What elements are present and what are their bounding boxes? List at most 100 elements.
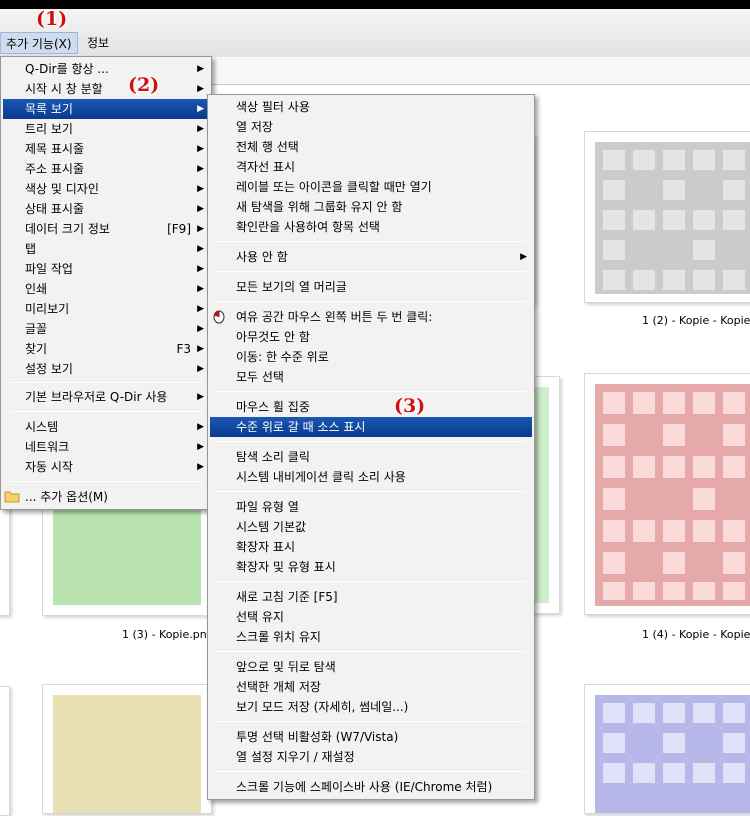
menu-item-do-nothing[interactable]: 아무것도 안 함	[210, 327, 532, 347]
menu-separator	[216, 771, 526, 772]
extras-menu: Q-Dir를 항상 ... ▶ 시작 시 창 분할 ▶ 목록 보기 ▶ 트리 보기 ▶ …	[0, 56, 212, 510]
submenu-arrow-icon: ▶	[197, 224, 204, 234]
menu-item-back-forward-nav[interactable]: 앞으로 및 뒤로 탐색	[210, 657, 532, 677]
menu-item-go-up[interactable]: 이동: 한 수준 위로	[210, 347, 532, 367]
menu-item-color-filter[interactable]: 색상 필터 사용	[210, 97, 532, 117]
menu-item-disabled[interactable]: 사용 안 함 ▶	[210, 247, 532, 267]
menu-item-spacebar-scroll[interactable]: 스크롤 기능에 스페이스바 사용 (IE/Chrome 처럼)	[210, 777, 532, 797]
menu-separator	[9, 411, 203, 412]
thumbnail-yellow[interactable]	[42, 684, 212, 814]
menu-item-mouse-wheel-focus[interactable]: 마우스 휠 집중	[210, 397, 532, 417]
menu-item-default-browser[interactable]: 기본 브라우저로 Q-Dir 사용 ▶	[3, 387, 209, 407]
menu-item-tabs[interactable]: 탭 ▶	[3, 239, 209, 259]
menu-item-no-grouping[interactable]: 새 탐색을 위해 그룹화 유지 안 함	[210, 197, 532, 217]
menu-separator	[216, 241, 526, 242]
menu-item-label: 수준 위로 갈 때 소스 표시	[236, 420, 366, 434]
menu-item-system[interactable]: 시스템 ▶	[3, 417, 209, 437]
menu-item-shortcut: F3	[176, 342, 191, 356]
menu-item-label: ... 추가 옵션(M)	[25, 490, 108, 504]
submenu-arrow-icon: ▶	[197, 124, 204, 134]
menu-item-tree-view[interactable]: 트리 보기 ▶	[3, 119, 209, 139]
menu-item-qdir-always[interactable]: Q-Dir를 항상 ... ▶	[3, 59, 209, 79]
menu-item-label: 탭	[25, 242, 37, 256]
menu-item-keep-scroll-position[interactable]: 스크롤 위치 유지	[210, 627, 532, 647]
menu-item-label: 시스템 내비게이션 클릭 소리 사용	[236, 470, 406, 484]
window-top-edge	[0, 0, 750, 9]
menu-item-grid-lines[interactable]: 격자선 표시	[210, 157, 532, 177]
menu-separator	[9, 481, 203, 482]
menu-item-open-on-click[interactable]: 레이블 또는 아이콘을 클릭할 때만 열기	[210, 177, 532, 197]
callout-step-1: (1)	[36, 8, 68, 30]
menu-item-save-view-mode[interactable]: 보기 모드 저장 (자세히, 썸네일...)	[210, 697, 532, 717]
menu-item-disable-transparent-select[interactable]: 투명 선택 비활성화 (W7/Vista)	[210, 727, 532, 747]
menu-item-label: 새로 고침 기준 [F5]	[236, 590, 338, 604]
menu-item-label: 트리 보기	[25, 122, 73, 136]
thumbnail-caption[interactable]: 1 (4) - Kopie - Kopie.	[642, 628, 750, 641]
submenu-arrow-icon: ▶	[197, 462, 204, 472]
menu-item-more-options[interactable]: ... 추가 옵션(M)	[3, 487, 209, 507]
menu-item-label: 선택한 개체 저장	[236, 680, 321, 694]
menu-item-checkboxes[interactable]: 확인란을 사용하여 항목 선택	[210, 217, 532, 237]
menu-item-label: 모두 선택	[236, 370, 284, 384]
menu-item-label: 네트워크	[25, 440, 70, 454]
callout-step-2: (2)	[128, 74, 160, 96]
menu-item-list-view[interactable]: 목록 보기 ▶	[3, 99, 209, 119]
menu-item-system-default[interactable]: 시스템 기본값	[210, 517, 532, 537]
menu-item-save-selected[interactable]: 선택한 개체 저장	[210, 677, 532, 697]
thumbnail-1-2[interactable]	[584, 131, 750, 303]
submenu-arrow-icon: ▶	[197, 422, 204, 432]
callout-step-3: (3)	[394, 395, 426, 417]
menu-item-label: 인쇄	[25, 282, 48, 296]
menu-item-label: 아무것도 안 함	[236, 330, 310, 344]
menu-item-status-bar[interactable]: 상태 표시줄 ▶	[3, 199, 209, 219]
menu-item-show-source-on-up[interactable]: 수준 위로 갈 때 소스 표시	[210, 417, 532, 437]
folder-icon	[4, 491, 20, 503]
menu-item-show-extension-and-type[interactable]: 확장자 및 유형 표시	[210, 557, 532, 577]
menu-item-label: 확인란을 사용하여 항목 선택	[236, 220, 380, 234]
menu-item-network[interactable]: 네트워크 ▶	[3, 437, 209, 457]
menu-item-save-columns[interactable]: 열 저장	[210, 117, 532, 137]
menu-item-full-row-select[interactable]: 전체 행 선택	[210, 137, 532, 157]
menu-item-preview[interactable]: 미리보기 ▶	[3, 299, 209, 319]
menu-separator	[216, 301, 526, 302]
mouse-icon	[213, 310, 225, 324]
menu-item-refresh-by[interactable]: 새로 고침 기준 [F5]	[210, 587, 532, 607]
menu-item-split-on-start[interactable]: 시작 시 창 분할 ▶	[3, 79, 209, 99]
menu-item-label: 찾기	[25, 342, 48, 356]
menu-item-print[interactable]: 인쇄 ▶	[3, 279, 209, 299]
menu-item-label: 색상 필터 사용	[236, 100, 310, 114]
menu-item-autostart[interactable]: 자동 시작 ▶	[3, 457, 209, 477]
menu-item-label: 제목 표시줄	[25, 142, 85, 156]
menu-item-view-settings[interactable]: 설정 보기 ▶	[3, 359, 209, 379]
menu-item-file-ops[interactable]: 파일 작업 ▶	[3, 259, 209, 279]
menu-item-select-all[interactable]: 모두 선택	[210, 367, 532, 387]
menu-item-column-headers[interactable]: 모든 보기의 열 머리글	[210, 277, 532, 297]
menu-item-file-type-column[interactable]: 파일 유형 열	[210, 497, 532, 517]
menu-item-label: 시작 시 창 분할	[25, 82, 103, 96]
thumbnail-caption[interactable]: 1 (2) - Kopie - Kopie.	[642, 314, 750, 327]
menu-item-title-bar[interactable]: 제목 표시줄 ▶	[3, 139, 209, 159]
thumbnail-blue[interactable]	[584, 684, 750, 814]
menu-item-keep-selection[interactable]: 선택 유지	[210, 607, 532, 627]
menu-item-label: 레이블 또는 아이콘을 클릭할 때만 열기	[236, 180, 432, 194]
menu-item-colors-design[interactable]: 색상 및 디자인 ▶	[3, 179, 209, 199]
menu-item-label: 시스템	[25, 420, 59, 434]
menu-separator	[216, 441, 526, 442]
menu-item-label: 여유 공간 마우스 왼쪽 버튼 두 번 클릭:	[236, 310, 433, 324]
menu-item-navigation-click-sound[interactable]: 탐색 소리 클릭	[210, 447, 532, 467]
menu-item-reset-columns[interactable]: 열 설정 지우기 / 재설정	[210, 747, 532, 767]
menu-item-system-click-sound[interactable]: 시스템 내비게이션 클릭 소리 사용	[210, 467, 532, 487]
menu-item-address-bar[interactable]: 주소 표시줄 ▶	[3, 159, 209, 179]
menu-info[interactable]: 정보	[82, 32, 114, 54]
menu-item-show-extension[interactable]: 확장자 표시	[210, 537, 532, 557]
menu-item-label: 스크롤 기능에 스페이스바 사용 (IE/Chrome 처럼)	[236, 780, 493, 794]
thumbnail-1-4[interactable]	[584, 373, 750, 615]
menu-item-font[interactable]: 글꼴 ▶	[3, 319, 209, 339]
thumbnail-caption[interactable]: 1 (3) - Kopie.png	[122, 628, 214, 641]
menu-extras[interactable]: 추가 기능(X)	[0, 32, 78, 54]
menu-item-label: 글꼴	[25, 322, 48, 336]
menu-item-find[interactable]: 찾기 F3 ▶	[3, 339, 209, 359]
menu-separator	[216, 391, 526, 392]
thumbnail-partial[interactable]	[0, 686, 10, 816]
menu-item-data-size[interactable]: 데이터 크기 정보 [F9] ▶	[3, 219, 209, 239]
